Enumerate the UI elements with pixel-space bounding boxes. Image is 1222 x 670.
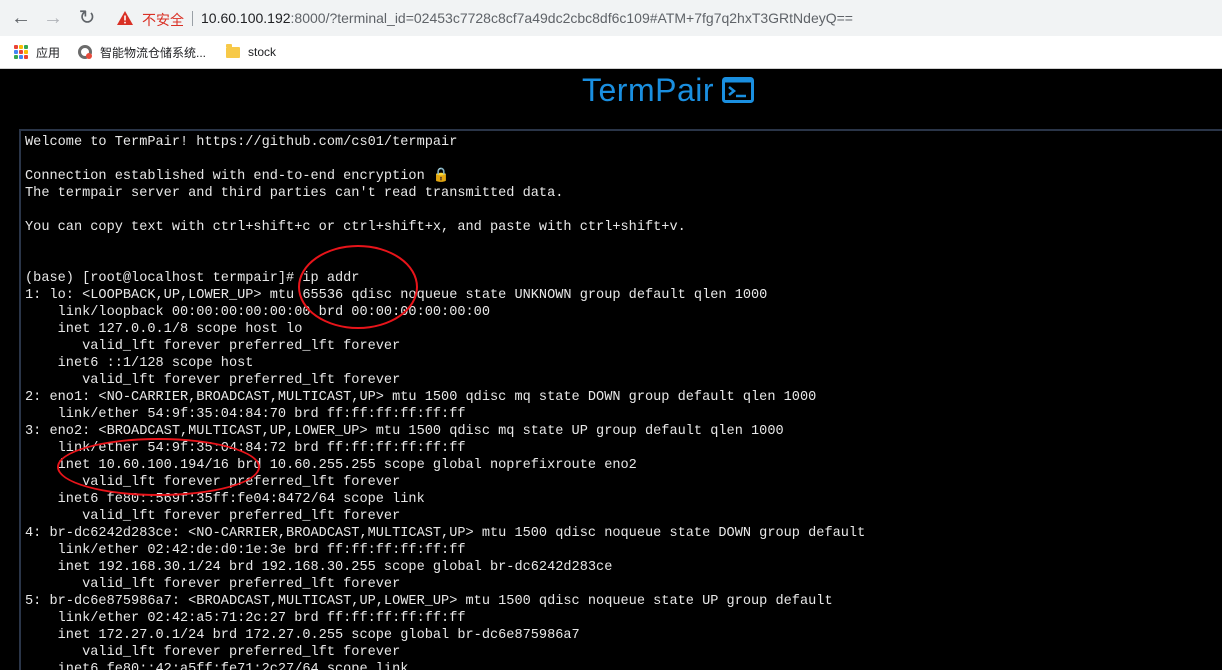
- bookmark-apps[interactable]: 应用: [14, 43, 60, 61]
- terminal-line: inet6 fe80::42:a5ff:fe71:2c27/64 scope l…: [25, 662, 409, 670]
- terminal-line: link/ether 54:9f:35:04:84:70 brd ff:ff:f…: [25, 407, 466, 422]
- terminal-window[interactable]: Welcome to TermPair! https://github.com/…: [19, 129, 1222, 670]
- terminal-line: (base) [root@localhost termpair]# ip add…: [25, 271, 360, 286]
- bookmark-label: stock: [248, 45, 277, 59]
- terminal-line: inet 172.27.0.1/24 brd 172.27.0.255 scop…: [25, 628, 580, 643]
- terminal-line: valid_lft forever preferred_lft forever: [25, 339, 401, 354]
- terminal-line: valid_lft forever preferred_lft forever: [25, 475, 401, 490]
- terminal-line: The termpair server and third parties ca…: [25, 186, 564, 201]
- address-bar[interactable]: 不安全 10.60.100.192:8000/?terminal_id=0245…: [107, 4, 1222, 32]
- separator: [192, 11, 193, 26]
- back-arrow-icon[interactable]: ←: [9, 6, 33, 30]
- url-text[interactable]: 10.60.100.192:8000/?terminal_id=02453c77…: [201, 10, 853, 26]
- terminal-line: Connection established with end-to-end e…: [25, 169, 450, 184]
- url-host: 10.60.100.192: [201, 10, 291, 26]
- terminal-line: 1: lo: <LOOPBACK,UP,LOWER_UP> mtu 65536 …: [25, 288, 768, 303]
- terminal-line: valid_lft forever preferred_lft forever: [25, 577, 401, 592]
- terminal-line: inet6 fe80::569f:35ff:fe04:8472/64 scope…: [25, 492, 425, 507]
- terminal-line: valid_lft forever preferred_lft forever: [25, 645, 401, 660]
- terminal-line: inet6 ::1/128 scope host: [25, 356, 254, 371]
- insecure-label[interactable]: 不安全: [142, 10, 184, 30]
- terminal-line: 3: eno2: <BROADCAST,MULTICAST,UP,LOWER_U…: [25, 424, 784, 439]
- bookmark-stock[interactable]: stock: [226, 43, 276, 61]
- url-path: :8000/?terminal_id=02453c7728c8cf7a49dc2…: [290, 10, 853, 26]
- terminal-line: You can copy text with ctrl+shift+c or c…: [25, 220, 686, 235]
- browser-toolbar: ← → ↻ 不安全 10.60.100.192:8000/?terminal_i…: [0, 0, 1222, 36]
- terminal-line: link/ether 02:42:a5:71:2c:27 brd ff:ff:f…: [25, 611, 466, 626]
- bookmark-label: 智能物流仓储系统...: [100, 45, 207, 60]
- terminal-line: 4: br-dc6242d283ce: <NO-CARRIER,BROADCAS…: [25, 526, 866, 541]
- logo-text: TermPair: [582, 71, 715, 108]
- bookmark-logistics[interactable]: 智能物流仓储系统...: [78, 43, 206, 61]
- apps-grid-icon: [14, 45, 28, 59]
- terminal-line: Welcome to TermPair! https://github.com/…: [25, 135, 458, 150]
- terminal-line: valid_lft forever preferred_lft forever: [25, 509, 401, 524]
- terminal-line: link/ether 02:42:de:d0:1e:3e brd ff:ff:f…: [25, 543, 466, 558]
- terminal-line: inet 192.168.30.1/24 brd 192.168.30.255 …: [25, 560, 613, 575]
- terminal-output: Welcome to TermPair! https://github.com/…: [25, 134, 865, 670]
- termpair-logo: TermPair: [582, 69, 755, 111]
- terminal-line: 2: eno1: <NO-CARRIER,BROADCAST,MULTICAST…: [25, 390, 817, 405]
- termpair-page: TermPair Welcome to TermPair! https://gi…: [0, 69, 1222, 670]
- bookmarks-bar: 应用 智能物流仓储系统... stock: [0, 36, 1222, 69]
- terminal-line: valid_lft forever preferred_lft forever: [25, 373, 401, 388]
- site-icon: [78, 45, 92, 59]
- terminal-line: inet 127.0.0.1/8 scope host lo: [25, 322, 303, 337]
- terminal-icon: [722, 77, 755, 103]
- warning-icon[interactable]: [117, 11, 133, 25]
- terminal-line: link/ether 54:9f:35:04:84:72 brd ff:ff:f…: [25, 441, 466, 456]
- terminal-line: 5: br-dc6e875986a7: <BROADCAST,MULTICAST…: [25, 594, 833, 609]
- bookmark-label: 应用: [36, 45, 61, 60]
- terminal-line: link/loopback 00:00:00:00:00:00 brd 00:0…: [25, 305, 490, 320]
- forward-arrow-icon[interactable]: →: [41, 6, 65, 30]
- terminal-line: inet 10.60.100.194/16 brd 10.60.255.255 …: [25, 458, 637, 473]
- reload-icon[interactable]: ↻: [75, 6, 99, 30]
- folder-icon: [226, 43, 240, 58]
